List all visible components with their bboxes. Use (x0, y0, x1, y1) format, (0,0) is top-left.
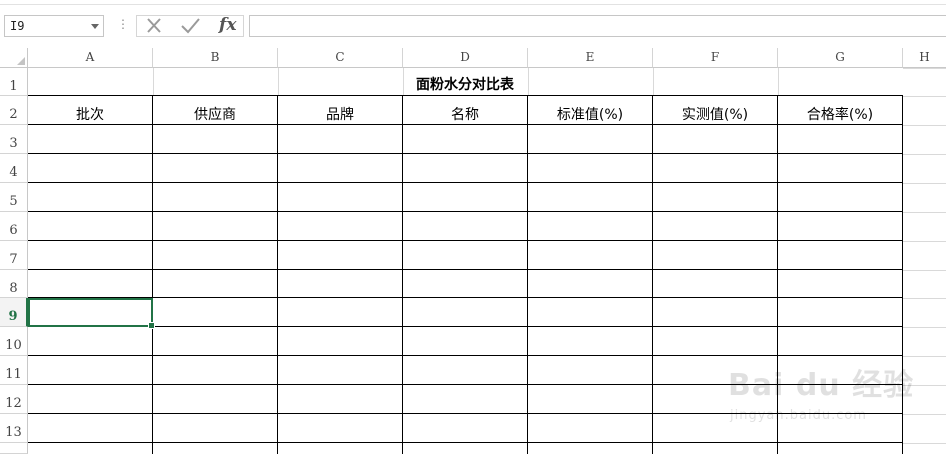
formula-bar: I9 ⋮ fx (0, 5, 946, 45)
table-border (28, 211, 903, 212)
row-header-4[interactable]: 4 (0, 154, 28, 183)
more-options-icon[interactable]: ⋮ (117, 17, 129, 31)
gridline (903, 183, 946, 184)
gridline (903, 298, 946, 299)
column-header-g[interactable]: G (778, 48, 903, 68)
table-border (527, 95, 528, 454)
table-border (28, 442, 903, 443)
watermark: Bai du 经验 jingyan.baidu.com (728, 360, 938, 434)
table-border (28, 153, 903, 154)
gridline (903, 212, 946, 213)
table-border (28, 182, 903, 183)
gridline (903, 270, 946, 271)
column-header-h[interactable]: H (903, 48, 946, 68)
column-header-d[interactable]: D (403, 48, 528, 68)
row-header-1[interactable]: 1 (0, 68, 28, 96)
row-header-2[interactable]: 2 (0, 96, 28, 125)
watermark-brand: Bai du 经验 (728, 368, 915, 403)
row-header-6[interactable]: 6 (0, 212, 28, 241)
table-border (652, 95, 653, 454)
header-pass-rate[interactable]: 合格率(%) (778, 96, 902, 124)
header-measured-value[interactable]: 实测值(%) (653, 96, 777, 124)
column-header-c[interactable]: C (278, 48, 403, 68)
row-header-5[interactable]: 5 (0, 183, 28, 212)
select-all-triangle-icon (17, 57, 25, 65)
gridline (903, 96, 946, 97)
column-header-b[interactable]: B (153, 48, 278, 68)
table-border (28, 124, 903, 125)
table-border (152, 95, 153, 454)
gridline (903, 241, 946, 242)
enter-check-icon[interactable] (177, 16, 207, 36)
header-brand[interactable]: 品牌 (278, 96, 402, 124)
watermark-url: jingyan.baidu.com (730, 408, 867, 423)
table-border (402, 95, 403, 454)
gridline (903, 356, 946, 357)
header-standard-value[interactable]: 标准值(%) (528, 96, 652, 124)
row-header-10[interactable]: 10 (0, 327, 28, 356)
gridline (903, 68, 946, 69)
insert-function-icon[interactable]: fx (219, 15, 236, 35)
table-border (28, 269, 903, 270)
gridline (903, 125, 946, 126)
row-header-9[interactable]: 9 (0, 298, 28, 327)
formula-buttons: fx (136, 15, 244, 37)
name-box[interactable]: I9 (4, 15, 104, 37)
table-border (28, 240, 903, 241)
row-header-11[interactable]: 11 (0, 356, 28, 385)
gridline (903, 154, 946, 155)
row-header-3[interactable]: 3 (0, 125, 28, 154)
column-header-a[interactable]: A (28, 48, 153, 68)
fill-handle[interactable] (148, 322, 155, 329)
row-header-8[interactable]: 8 (0, 270, 28, 298)
table-border (28, 297, 903, 298)
chevron-down-icon[interactable] (91, 24, 99, 29)
header-name[interactable]: 名称 (403, 96, 527, 124)
table-border (28, 355, 903, 356)
cancel-icon[interactable] (141, 16, 171, 36)
gridline (903, 327, 946, 328)
header-batch[interactable]: 批次 (28, 96, 152, 124)
row-header-7[interactable]: 7 (0, 241, 28, 270)
select-all-corner[interactable] (0, 48, 28, 68)
sheet-title[interactable]: 面粉水分对比表 (28, 68, 902, 96)
row-header-13[interactable]: 13 (0, 414, 28, 443)
row-header-14[interactable] (0, 443, 28, 454)
table-border (28, 326, 903, 327)
row-header-12[interactable]: 12 (0, 385, 28, 414)
header-supplier[interactable]: 供应商 (153, 96, 277, 124)
gridline (903, 443, 946, 444)
active-cell-selection[interactable] (28, 298, 155, 329)
column-header-e[interactable]: E (528, 48, 653, 68)
column-header-f[interactable]: F (653, 48, 778, 68)
table-border (277, 95, 278, 454)
formula-input[interactable] (249, 15, 946, 37)
name-box-value: I9 (10, 19, 25, 33)
